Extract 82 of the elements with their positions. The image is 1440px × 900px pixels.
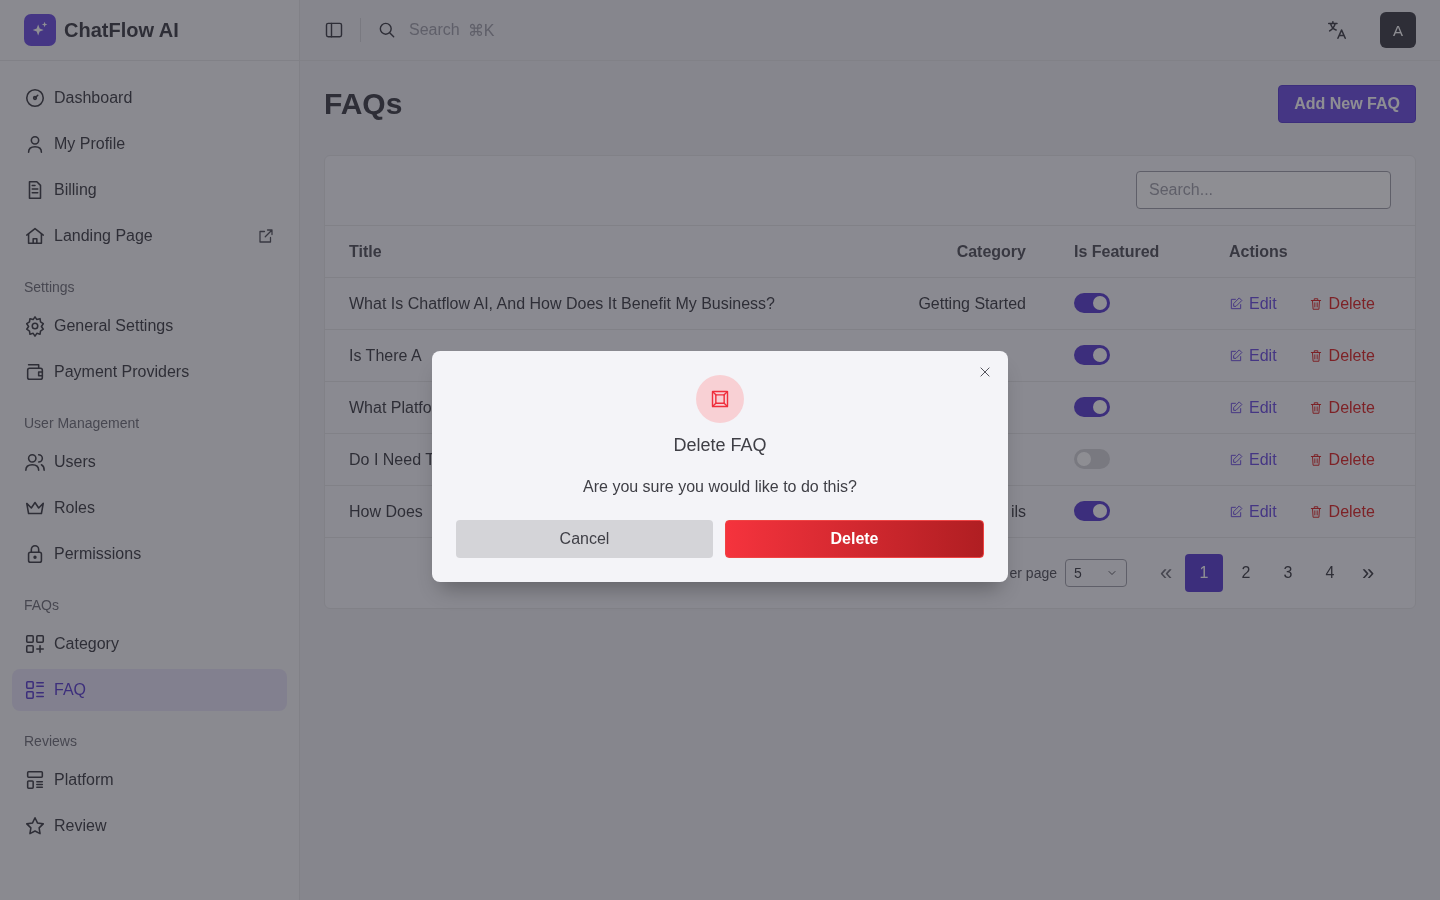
sidebar-item[interactable]: Dashboard bbox=[12, 77, 287, 119]
rows-per-page-label: er page bbox=[1009, 565, 1057, 581]
wallet-icon bbox=[24, 361, 46, 383]
section-heading: Reviews bbox=[23, 732, 78, 751]
close-icon[interactable] bbox=[978, 364, 992, 379]
trash-icon bbox=[1308, 348, 1323, 363]
featured-toggle[interactable] bbox=[1074, 345, 1110, 365]
trash-icon bbox=[1308, 400, 1323, 415]
per-page-select[interactable]: 5 bbox=[1065, 559, 1127, 587]
dialog-title: Delete FAQ bbox=[673, 434, 767, 456]
page-button[interactable]: 4 bbox=[1311, 554, 1349, 592]
edit-link[interactable]: Edit bbox=[1229, 398, 1277, 417]
logo-icon bbox=[24, 14, 56, 46]
sidebar-item[interactable]: Permissions bbox=[12, 533, 287, 575]
featured-toggle[interactable] bbox=[1074, 397, 1110, 417]
faq-title: Is There A bbox=[349, 346, 423, 365]
edit-icon bbox=[1229, 452, 1243, 467]
delete-link[interactable]: Delete bbox=[1308, 346, 1375, 365]
sidebar-item[interactable]: Review bbox=[12, 805, 287, 847]
section-heading: User Management bbox=[23, 414, 141, 433]
sidebar-item[interactable]: Platform bbox=[12, 759, 287, 801]
section-heading: FAQs bbox=[23, 596, 60, 615]
layout-icon bbox=[24, 769, 46, 791]
sidebar-item[interactable]: General Settings bbox=[12, 305, 287, 347]
warning-icon bbox=[696, 374, 744, 423]
page-button[interactable]: 1 bbox=[1185, 554, 1223, 592]
edit-icon bbox=[1229, 348, 1243, 363]
gear-icon bbox=[24, 315, 46, 337]
delete-link[interactable]: Delete bbox=[1308, 450, 1375, 469]
faq-title: How Does bbox=[349, 502, 424, 521]
page-button[interactable]: 2 bbox=[1227, 554, 1265, 592]
first-page-button[interactable]: « bbox=[1151, 560, 1181, 586]
trash-icon bbox=[1308, 504, 1323, 519]
list-icon bbox=[24, 679, 46, 701]
page-title: FAQs bbox=[324, 87, 403, 121]
trash-icon bbox=[1308, 296, 1323, 311]
home-icon bbox=[24, 225, 46, 247]
column-header: Actions bbox=[1229, 242, 1288, 261]
section-heading: Settings bbox=[23, 278, 76, 297]
trash-icon bbox=[1308, 452, 1323, 467]
sidebar-item[interactable]: Users bbox=[12, 441, 287, 483]
delete-link[interactable]: Delete bbox=[1308, 398, 1375, 417]
delete-link[interactable]: Delete bbox=[1308, 502, 1375, 521]
sidebar-item[interactable]: Landing Page bbox=[12, 215, 287, 257]
gauge-icon bbox=[24, 87, 46, 109]
sidebar-item[interactable]: My Profile bbox=[12, 123, 287, 165]
edit-link[interactable]: Edit bbox=[1229, 294, 1277, 313]
category-text: Getting Started bbox=[918, 294, 1026, 312]
user-avatar[interactable]: A bbox=[1380, 12, 1416, 48]
brand-name: ChatFlow AI bbox=[64, 18, 179, 42]
featured-toggle[interactable] bbox=[1074, 501, 1110, 521]
delete-link[interactable]: Delete bbox=[1308, 294, 1375, 313]
add-faq-button[interactable]: Add New FAQ bbox=[1278, 85, 1416, 123]
edit-icon bbox=[1229, 296, 1243, 311]
users-icon bbox=[24, 451, 46, 473]
sidebar-toggle-icon[interactable] bbox=[324, 20, 344, 40]
cancel-button[interactable]: Cancel bbox=[456, 519, 713, 558]
search-icon[interactable] bbox=[377, 20, 397, 40]
translate-icon[interactable] bbox=[1326, 19, 1348, 41]
edit-icon bbox=[1229, 504, 1243, 519]
column-header: Title bbox=[349, 242, 383, 261]
sidebar-item[interactable]: Roles bbox=[12, 487, 287, 529]
grid-plus-icon bbox=[24, 633, 46, 655]
column-header: Category bbox=[955, 242, 1026, 261]
sidebar-item[interactable]: Payment Providers bbox=[12, 351, 287, 393]
sidebar-item[interactable]: Category bbox=[12, 623, 287, 665]
edit-link[interactable]: Edit bbox=[1229, 450, 1277, 469]
last-page-button[interactable]: » bbox=[1353, 560, 1383, 586]
star-icon bbox=[24, 815, 46, 837]
category-text: ils bbox=[1010, 502, 1026, 520]
featured-toggle[interactable] bbox=[1074, 293, 1110, 313]
edit-link[interactable]: Edit bbox=[1229, 346, 1277, 365]
faq-title: What Platfo bbox=[349, 398, 433, 417]
sidebar-item[interactable]: FAQ bbox=[12, 669, 287, 711]
edit-icon bbox=[1229, 400, 1243, 415]
delete-button[interactable]: Delete bbox=[725, 519, 984, 558]
page-button[interactable]: 3 bbox=[1269, 554, 1307, 592]
faq-title: What Is Chatflow AI, And How Does It Benefit My Business? bbox=[349, 294, 776, 313]
column-header: Is Featured bbox=[1074, 242, 1161, 261]
dialog-message: Are you sure you would like to do this? bbox=[583, 477, 857, 496]
sidebar-item[interactable]: Billing bbox=[12, 169, 287, 211]
edit-link[interactable]: Edit bbox=[1229, 502, 1277, 521]
